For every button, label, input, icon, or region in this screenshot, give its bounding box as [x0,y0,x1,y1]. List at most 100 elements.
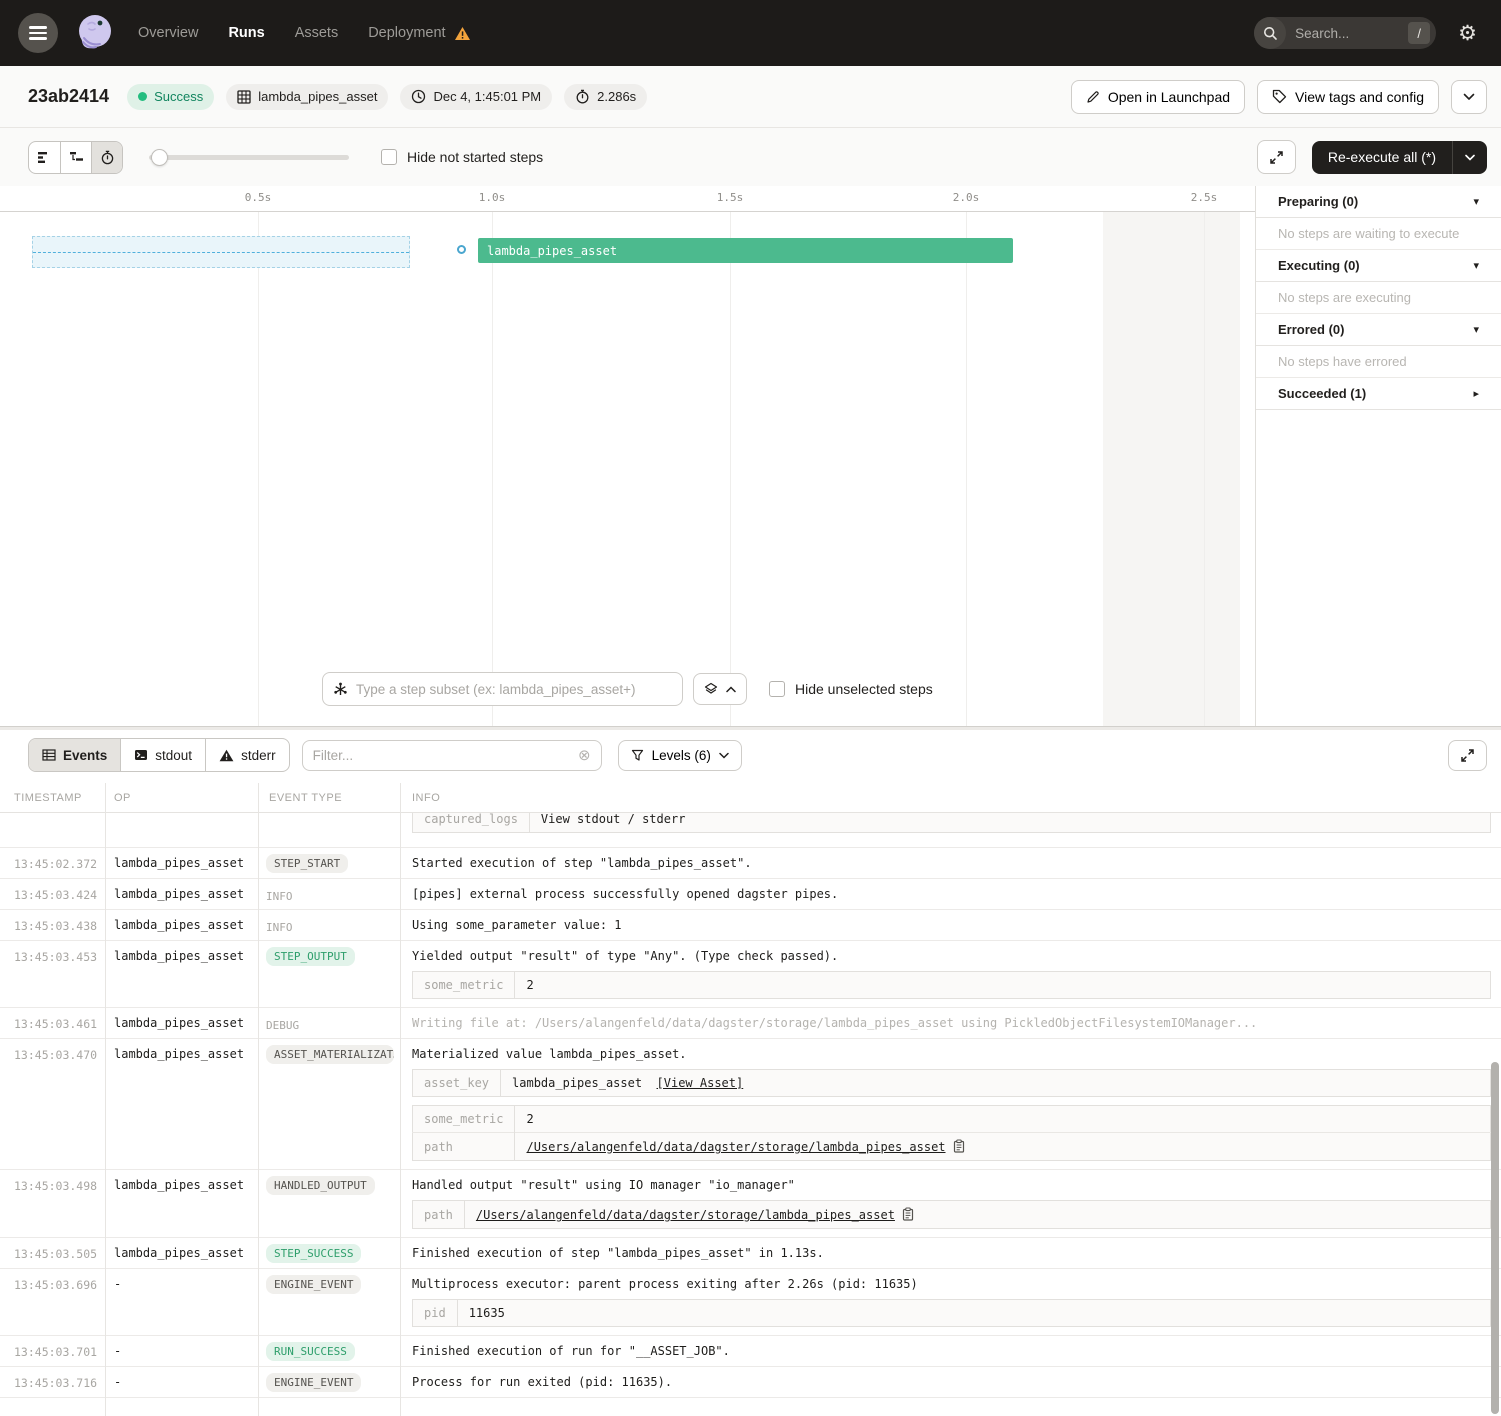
axis-tick-label: 1.0s [479,191,506,204]
step-subset-input[interactable] [356,682,672,697]
reexecute-all-label: Re-execute all (*) [1312,149,1452,165]
log-row[interactable]: 13:45:03.696-ENGINE_EVENTMultiprocess ex… [0,1269,1501,1336]
caret-right-icon: ▸ [1473,387,1479,400]
log-row[interactable]: 13:45:03.701-RUN_SUCCESSFinished executi… [0,1336,1501,1367]
metadata-row: path/Users/alangenfeld/data/dagster/stor… [413,1201,1491,1229]
col-header-op: OP [105,792,258,804]
sidebar-section-errored[interactable]: Errored (0)▾ [1256,314,1501,346]
expand-icon [1269,150,1284,165]
hide-not-started-checkbox-box[interactable] [381,149,397,165]
metadata-key: some_metric [413,972,515,999]
log-info: captured_logsView stdout / stderr [400,813,1501,847]
log-info: Finished execution of run for "__ASSET_J… [400,1336,1501,1366]
tab-stderr[interactable]: stderr [205,739,289,771]
gridline [730,212,731,726]
gantt-expand-button[interactable] [1257,140,1296,174]
expand-icon [1460,748,1475,763]
log-message: Started execution of step "lambda_pipes_… [412,856,1491,870]
log-timestamp: 13:45:02.372 [0,848,105,878]
nav-item-deployment[interactable]: Deployment [368,25,470,41]
log-row[interactable]: captured_logsView stdout / stderr [0,813,1501,848]
nav-item-overview[interactable]: Overview [138,25,198,41]
sidebar-section-succeeded[interactable]: Succeeded (1)▸ [1256,378,1501,410]
nav-items: Overview Runs Assets Deployment [138,25,471,41]
log-row[interactable]: 13:45:03.424lambda_pipes_assetINFO[pipes… [0,879,1501,910]
events-scrollbar[interactable] [1491,1062,1499,1414]
clear-filter-icon[interactable]: ⊗ [578,746,591,764]
events-toolbar: Eventsstdoutstderr ⊗ Levels (6) [0,738,1501,772]
metadata-link[interactable]: /Users/alangenfeld/data/dagster/storage/… [526,1140,945,1154]
log-info: Started execution of step "lambda_pipes_… [400,848,1501,878]
gantt-chart: lambda_pipes_asset [0,212,1255,726]
hide-not-started-checkbox[interactable]: Hide not started steps [381,149,543,165]
nav-item-runs[interactable]: Runs [228,25,264,41]
event-type-badge: ENGINE_EVENT [266,1275,361,1294]
gridline [966,212,967,726]
status-badge: Success [127,84,214,110]
filter-input-wrap: ⊗ [302,740,602,771]
sidebar-section-executing[interactable]: Executing (0)▾ [1256,250,1501,282]
view-tags-config-button[interactable]: View tags and config [1257,80,1439,114]
waterfall-view-button[interactable] [60,142,91,173]
settings-gear-icon[interactable]: ⚙ [1458,21,1477,46]
log-row[interactable]: 13:45:03.461lambda_pipes_assetDEBUGWriti… [0,1008,1501,1039]
waterfall-view-icon [69,151,84,164]
gantt-time-axis: 0.5s1.0s1.5s2.0s2.5s [0,186,1255,212]
clipboard-icon[interactable] [953,1139,965,1153]
hide-unselected-checkbox-box[interactable] [769,681,785,697]
log-row[interactable]: 13:45:02.372lambda_pipes_assetSTEP_START… [0,848,1501,879]
levels-label: Levels (6) [652,748,711,763]
pencil-icon [1086,90,1100,104]
axis-tick-label: 0.5s [245,191,272,204]
event-log-header: TIMESTAMPOPEVENT TYPEINFO [0,783,1501,813]
event-type-badge: STEP_START [266,854,348,873]
job-name-chip[interactable]: lambda_pipes_asset [226,84,388,110]
reexecute-all-button[interactable]: Re-execute all (*) [1312,141,1487,174]
flat-view-button[interactable] [29,142,60,173]
search-placeholder: Search... [1295,26,1408,41]
layers-button[interactable] [693,673,747,705]
gantt-step-bar[interactable]: lambda_pipes_asset [478,238,1013,263]
log-row[interactable]: 13:45:03.453lambda_pipes_assetSTEP_OUTPU… [0,941,1501,1008]
filter-input[interactable] [313,748,570,763]
caret-down-icon: ▾ [1473,259,1479,272]
event-type-badge: ENGINE_EVENT [266,1373,361,1392]
metadata-link[interactable]: /Users/alangenfeld/data/dagster/storage/… [476,1208,895,1222]
hamburger-menu-button[interactable] [18,13,58,53]
tab-stdout[interactable]: stdout [120,739,205,771]
run-actions-dropdown-button[interactable] [1451,80,1487,114]
log-row[interactable]: 13:45:03.505lambda_pipes_assetSTEP_SUCCE… [0,1238,1501,1269]
levels-dropdown-button[interactable]: Levels (6) [618,740,742,771]
start-time-chip: Dec 4, 1:45:01 PM [400,84,552,110]
events-expand-button[interactable] [1448,740,1487,771]
hamburger-menu-icon [29,23,47,43]
tab-events[interactable]: Events [29,739,120,771]
metadata-value: /Users/alangenfeld/data/dagster/storage/… [515,1133,1491,1161]
view-asset-link[interactable]: [View Asset] [657,1076,744,1090]
events-panel: Eventsstdoutstderr ⊗ Levels (6) TIMESTAM… [0,730,1501,1416]
log-row[interactable]: 13:45:03.470lambda_pipes_assetASSET_MATE… [0,1039,1501,1170]
nav-item-assets[interactable]: Assets [295,25,339,41]
metadata-row: some_metric2 [413,972,1491,999]
log-op: lambda_pipes_asset [105,941,258,1007]
log-row[interactable]: 13:45:03.498lambda_pipes_assetHANDLED_OU… [0,1170,1501,1238]
log-row[interactable]: 13:45:03.438lambda_pipes_assetINFOUsing … [0,910,1501,941]
metadata-key: pid [413,1300,458,1327]
log-row[interactable]: 13:45:03.716-ENGINE_EVENTProcess for run… [0,1367,1501,1398]
open-in-launchpad-button[interactable]: Open in Launchpad [1071,80,1245,114]
reexecute-dropdown-button[interactable] [1453,154,1487,161]
duration-chip: 2.286s [564,84,647,110]
sidebar-section-preparing[interactable]: Preparing (0)▾ [1256,186,1501,218]
search-input[interactable]: Search... / [1254,17,1436,49]
log-message: Handled output "result" using IO manager… [412,1178,1491,1192]
caret-down-icon: ▾ [1473,195,1479,208]
zoom-slider[interactable] [149,149,349,165]
timing-view-button[interactable] [91,142,122,173]
zoom-slider-handle[interactable] [151,149,168,166]
clipboard-icon[interactable] [902,1207,914,1221]
table-icon [42,749,56,761]
dagster-logo[interactable] [72,10,118,56]
hide-unselected-checkbox[interactable]: Hide unselected steps [763,679,939,699]
log-op: lambda_pipes_asset [105,1170,258,1237]
gantt-controls: Hide unselected steps [322,672,939,706]
